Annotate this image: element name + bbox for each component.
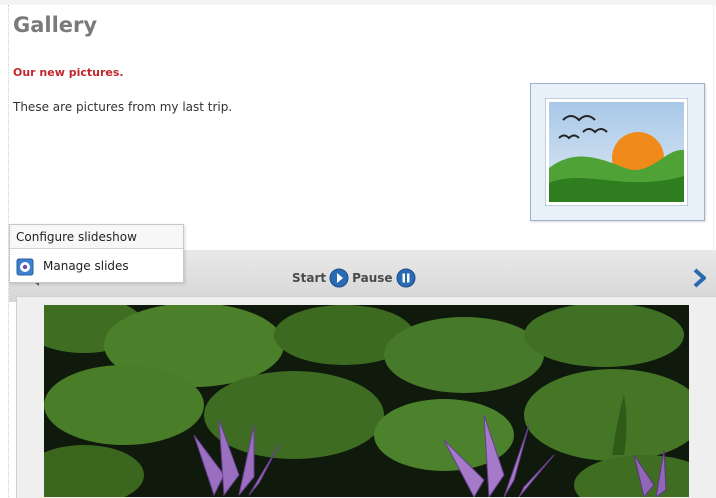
- menu-item-manage-slides[interactable]: Manage slides: [10, 255, 183, 279]
- pause-icon[interactable]: [396, 268, 416, 288]
- landscape-image-icon: [545, 98, 688, 206]
- thumbnail-frame[interactable]: [530, 83, 705, 221]
- water-lily-photo: [44, 305, 689, 497]
- chevron-right-icon[interactable]: [693, 268, 707, 288]
- menu-item-label: Manage slides: [43, 259, 129, 273]
- play-icon[interactable]: [329, 268, 349, 288]
- pause-label[interactable]: Pause: [352, 271, 392, 285]
- context-menu: Configure slideshow Manage slides: [9, 224, 184, 283]
- context-menu-header[interactable]: Configure slideshow: [10, 225, 183, 249]
- gear-icon: [16, 258, 34, 276]
- top-rule: [0, 0, 716, 5]
- page-description: These are pictures from my last trip.: [13, 100, 233, 114]
- page-subtitle: Our new pictures.: [13, 66, 124, 79]
- start-label[interactable]: Start: [292, 271, 326, 285]
- slideshow-controls: Start Pause: [292, 268, 419, 288]
- page-title: Gallery: [13, 13, 98, 37]
